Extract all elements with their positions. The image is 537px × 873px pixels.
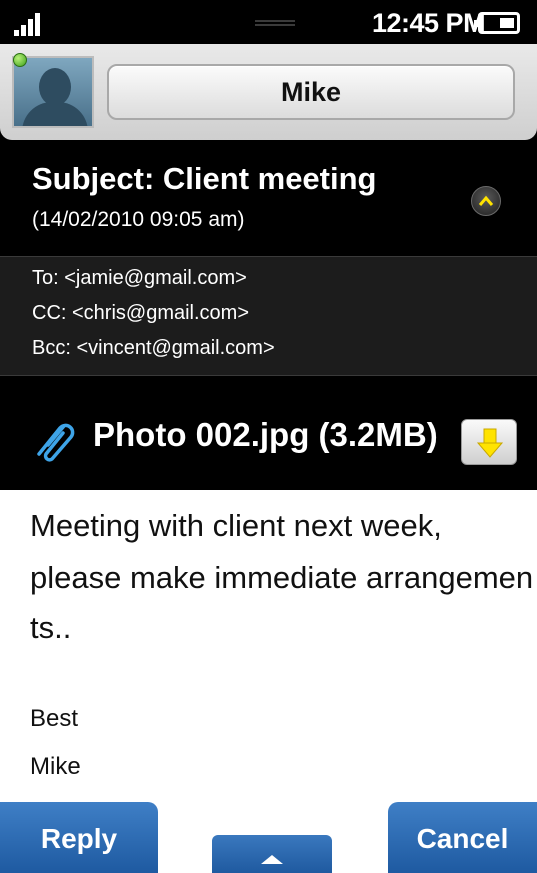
attachment-row[interactable]: Photo 002.jpg (3.2MB) [0,376,537,490]
battery-icon [474,12,520,34]
recipient-bcc[interactable]: Bcc: <vincent@gmail.com> [32,337,275,360]
body-line: please make immediate arrangemen [30,560,534,595]
recipient-cc[interactable]: CC: <chris@gmail.com> [32,302,249,325]
presence-online-icon [13,53,27,67]
status-time: 12:45 PM [372,8,486,38]
collapse-details-button[interactable] [471,186,501,216]
drag-grip-icon[interactable] [255,20,295,26]
body-line: ts.. [30,610,72,645]
body-line: Meeting with client next week, [30,508,442,543]
avatar[interactable] [12,56,94,128]
cancel-button[interactable]: Cancel [388,802,537,873]
reply-button[interactable]: Reply [0,802,158,873]
download-button[interactable] [461,419,517,465]
chevron-up-icon [478,195,494,206]
recipients-section: To: <jamie@gmail.com> CC: <chris@gmail.c… [0,256,537,376]
paperclip-icon [37,423,75,462]
subject-section: Subject: Client meeting (14/02/2010 09:0… [0,148,537,256]
email-subject: Subject: Client meeting [32,161,377,196]
download-arrow-icon [476,428,504,458]
signoff-line: Best [30,705,79,732]
recipient-to[interactable]: To: <jamie@gmail.com> [32,267,247,290]
contact-header: Mike [0,44,537,140]
signoff-line: Mike [30,753,81,780]
contact-name-button[interactable]: Mike [107,64,515,120]
expand-menu-button[interactable] [212,835,332,873]
attachment-name: Photo 002.jpg (3.2MB) [93,416,438,453]
email-date: (14/02/2010 09:05 am) [32,208,245,231]
signal-strength-icon [14,10,48,36]
chevron-up-icon [261,855,283,864]
status-bar: 12:45 PM [0,0,537,44]
